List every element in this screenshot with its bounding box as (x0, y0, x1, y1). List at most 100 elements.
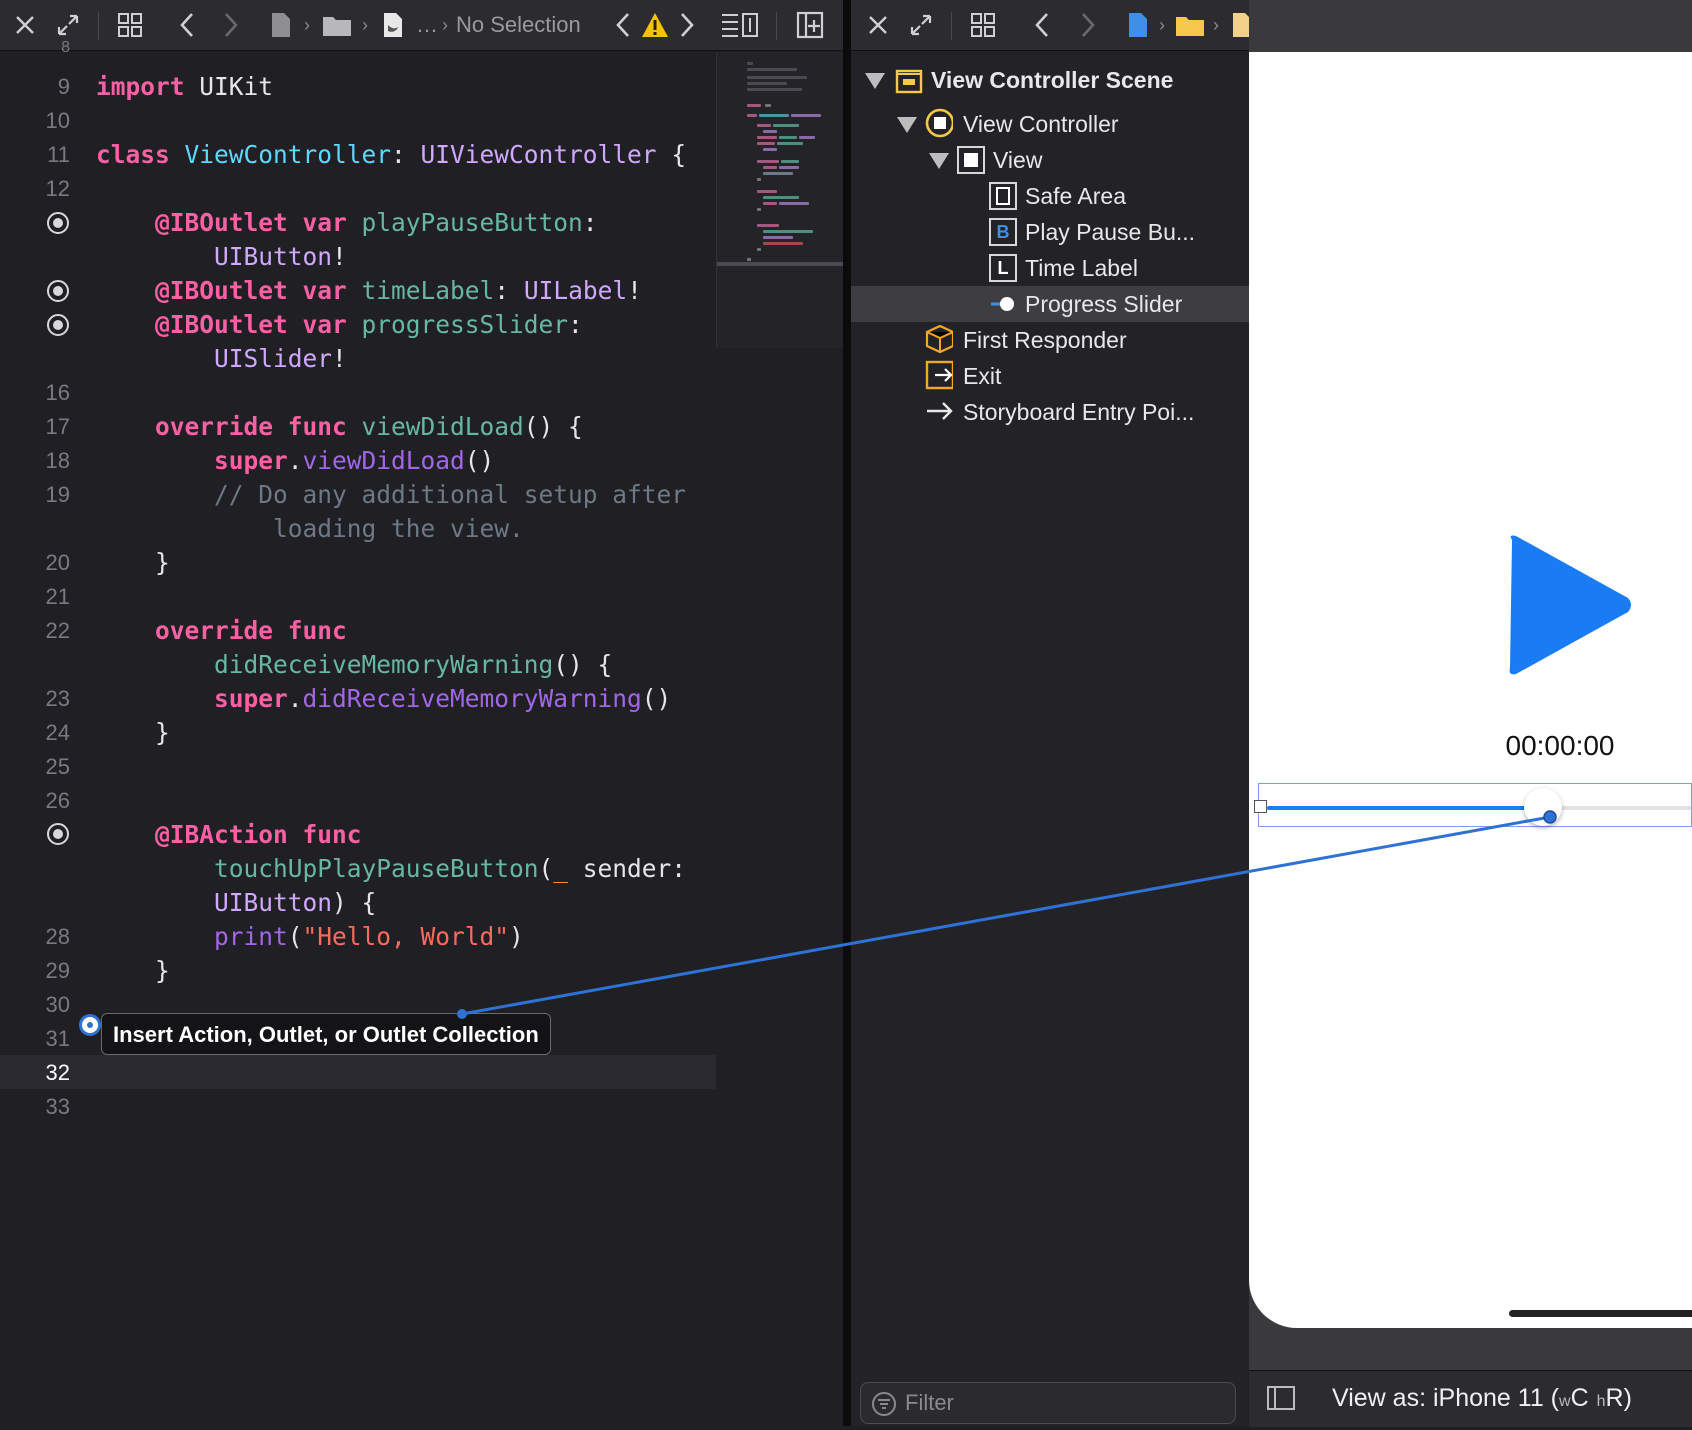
outline-time-label[interactable]: L Time Label (851, 250, 1249, 286)
code-comment-wrap[interactable]: loading the view. (273, 512, 524, 546)
outline-filter-field[interactable]: Filter (860, 1382, 1236, 1424)
code-line[interactable]: override func (155, 614, 347, 648)
code-comment[interactable]: // Do any additional setup after (214, 478, 686, 512)
time-label[interactable]: 00:00:00 (1470, 730, 1650, 762)
code-line-wrap[interactable]: didReceiveMemoryWarning() { (214, 648, 612, 682)
minimap-line (781, 160, 799, 163)
disclosure-triangle-icon[interactable] (929, 153, 949, 169)
breadcrumb-chevron-icon: › (442, 14, 448, 35)
insert-connection-icon (79, 1014, 101, 1036)
minimap-line (757, 224, 779, 227)
project-file-icon[interactable] (266, 0, 296, 50)
device-screen[interactable] (1249, 52, 1692, 1328)
outline-scene[interactable]: View Controller Scene (851, 62, 1249, 98)
outline-label: Progress Slider (1025, 290, 1183, 317)
back-icon[interactable] (172, 0, 202, 50)
disclosure-triangle-icon[interactable] (865, 73, 885, 89)
related-items-icon[interactable] (112, 0, 148, 50)
arrow-right-icon (925, 397, 953, 425)
outline-label: Exit (963, 362, 1002, 389)
code-line-wrap[interactable]: UISlider! (214, 342, 347, 376)
code-line[interactable]: @IBAction func (155, 818, 362, 852)
code-line[interactable]: } (155, 546, 170, 580)
outline-progress-slider[interactable]: Progress Slider (851, 286, 1249, 322)
minimap-line (757, 178, 761, 181)
filter-placeholder: Filter (905, 1390, 954, 1415)
code-line[interactable]: override func viewDidLoad() { (155, 410, 583, 444)
code-line-wrap[interactable]: touchUpPlayPauseButton(_ sender: (214, 852, 686, 886)
outlet-connected-icon[interactable] (47, 314, 69, 336)
back-icon[interactable] (1027, 0, 1057, 50)
breadcrumb-overflow[interactable]: … (416, 0, 438, 50)
outline-play-pause-button[interactable]: B Play Pause Bu... (851, 214, 1249, 250)
view-controller-icon (925, 108, 953, 138)
code-line[interactable]: super.viewDidLoad() (214, 444, 494, 478)
line-number: 16 (45, 380, 70, 405)
disclosure-triangle-icon[interactable] (897, 117, 917, 133)
safe-area-icon (989, 182, 1017, 210)
split-divider[interactable] (843, 0, 851, 1426)
outline-entry-point[interactable]: Storyboard Entry Poi... (851, 394, 1249, 430)
breadcrumb-chevron-icon: › (362, 14, 368, 35)
minimap-line (763, 166, 777, 169)
code-line[interactable]: @IBOutlet var playPauseButton: (155, 206, 598, 240)
next-issue-icon[interactable] (674, 0, 700, 50)
code-line[interactable]: } (155, 716, 170, 750)
insert-connection-tooltip: Insert Action, Outlet, or Outlet Collect… (101, 1013, 551, 1055)
slider-track-fill (1267, 806, 1528, 810)
slider-thumb[interactable] (1524, 788, 1562, 826)
editor-options-icon[interactable] (720, 0, 760, 50)
code-line[interactable]: @IBOutlet var progressSlider: (155, 308, 583, 342)
project-file-icon[interactable] (1123, 0, 1153, 50)
forward-icon[interactable] (216, 0, 246, 50)
folder-icon[interactable] (1173, 0, 1207, 50)
previous-issue-icon[interactable] (610, 0, 636, 50)
minimap-line (765, 104, 771, 107)
minimap-line (763, 148, 777, 151)
minimap-line (799, 136, 815, 139)
resize-handle[interactable] (1254, 800, 1267, 813)
forward-icon[interactable] (1073, 0, 1103, 50)
code-line[interactable]: super.didReceiveMemoryWarning() (214, 682, 671, 716)
line-number: 9 (57, 74, 70, 99)
line-number: 8 (61, 39, 70, 56)
play-icon[interactable] (1500, 530, 1640, 680)
outlet-connected-icon[interactable] (47, 212, 69, 234)
folder-icon[interactable] (320, 0, 354, 50)
view-as-device[interactable]: View as: iPhone 11 (wC hR) (1332, 1370, 1632, 1426)
action-connected-icon[interactable] (47, 823, 69, 845)
swift-file-icon[interactable] (378, 0, 408, 50)
line-number: 17 (45, 414, 70, 439)
first-responder-icon (925, 324, 953, 354)
code-line[interactable]: @IBOutlet var timeLabel: UILabel! (155, 274, 642, 308)
outline-view[interactable]: View (851, 142, 1249, 178)
no-selection-label[interactable]: No Selection (456, 0, 581, 50)
code-line[interactable]: print("Hello, World") (214, 920, 524, 954)
minimap-line (747, 76, 807, 79)
outline-view-controller[interactable]: View Controller (851, 106, 1249, 142)
outline-safe-area[interactable]: Safe Area (851, 178, 1249, 214)
minimap-line (747, 104, 761, 107)
close-editor-icon[interactable] (861, 0, 895, 50)
warning-icon[interactable] (640, 0, 670, 50)
related-items-icon[interactable] (965, 0, 1001, 50)
breadcrumb-chevron-icon: › (1159, 14, 1165, 35)
outline-first-responder[interactable]: First Responder (851, 322, 1249, 358)
sidebar-toggle-icon[interactable] (1267, 1385, 1295, 1416)
minimap-line (757, 142, 775, 145)
line-number: 22 (45, 618, 70, 643)
minimap-line (773, 124, 799, 127)
minimap-line (763, 130, 777, 133)
outline-exit[interactable]: Exit (851, 358, 1249, 394)
expand-editor-icon[interactable] (903, 0, 939, 50)
code-line-wrap[interactable]: UIButton! (214, 240, 347, 274)
minimap[interactable] (716, 52, 844, 348)
add-editor-icon[interactable] (790, 0, 830, 50)
code-line[interactable]: } (155, 954, 170, 988)
progress-slider[interactable] (1254, 783, 1692, 827)
line-number: 33 (45, 1094, 70, 1119)
code-line[interactable]: class ViewController: UIViewController { (96, 138, 686, 172)
outlet-connected-icon[interactable] (47, 280, 69, 302)
code-line-wrap[interactable]: UIButton) { (214, 886, 376, 920)
code-line[interactable]: import UIKit (96, 70, 273, 104)
